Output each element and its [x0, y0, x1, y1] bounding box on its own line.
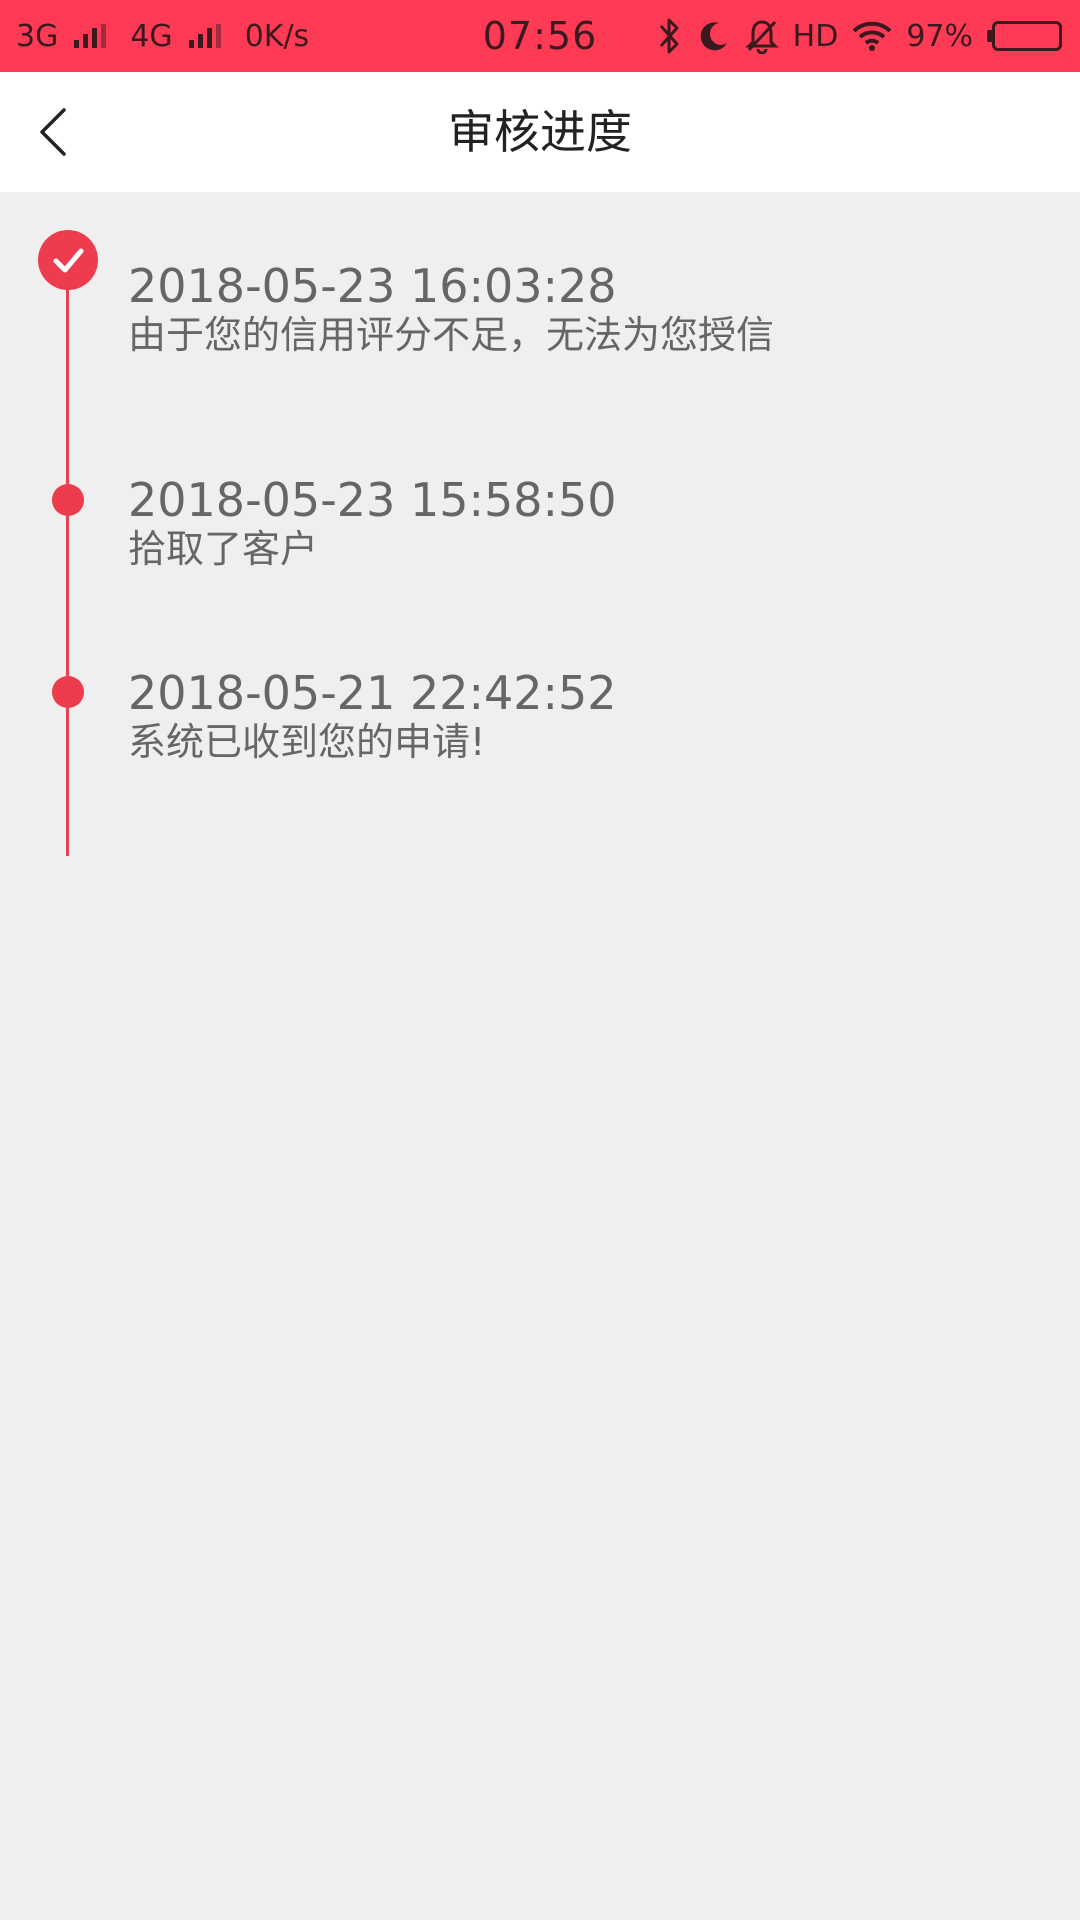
timeline-item-time: 2018-05-21 22:42:52 [128, 666, 617, 720]
battery-percent: 97% [906, 18, 973, 54]
timeline-line [66, 254, 69, 856]
status-right: HD 97% [657, 0, 1062, 72]
moon-icon [697, 19, 731, 53]
timeline-item-desc: 系统已收到您的申请! [128, 720, 486, 764]
timeline: 2018-05-23 16:03:28 由于您的信用评分不足，无法为您授信 20… [0, 192, 1080, 856]
battery-icon [987, 21, 1062, 51]
mute-bell-icon [745, 18, 779, 54]
timeline-dot [52, 676, 84, 708]
status-bar: 3G 4G 0K/s 07:56 HD 97% [0, 0, 1080, 72]
bluetooth-icon [657, 16, 683, 56]
hd-label: HD [792, 18, 839, 54]
timeline-item-time: 2018-05-23 15:58:50 [128, 473, 617, 527]
timeline-item-time: 2018-05-23 16:03:28 [128, 259, 617, 313]
timeline-item: 2018-05-21 22:42:52 系统已收到您的申请! [128, 667, 1048, 765]
timeline-item: 2018-05-23 15:58:50 拾取了客户 [128, 474, 1048, 572]
page-title: 审核进度 [448, 105, 632, 159]
timeline-dot [52, 484, 84, 516]
wifi-icon [852, 21, 892, 51]
nav-bar: 审核进度 [0, 72, 1080, 192]
timeline-item-desc: 拾取了客户 [128, 527, 319, 571]
timeline-item-desc: 由于您的信用评分不足，无法为您授信 [128, 313, 775, 357]
check-circle-icon [38, 230, 98, 290]
timeline-item: 2018-05-23 16:03:28 由于您的信用评分不足，无法为您授信 [128, 260, 1048, 358]
